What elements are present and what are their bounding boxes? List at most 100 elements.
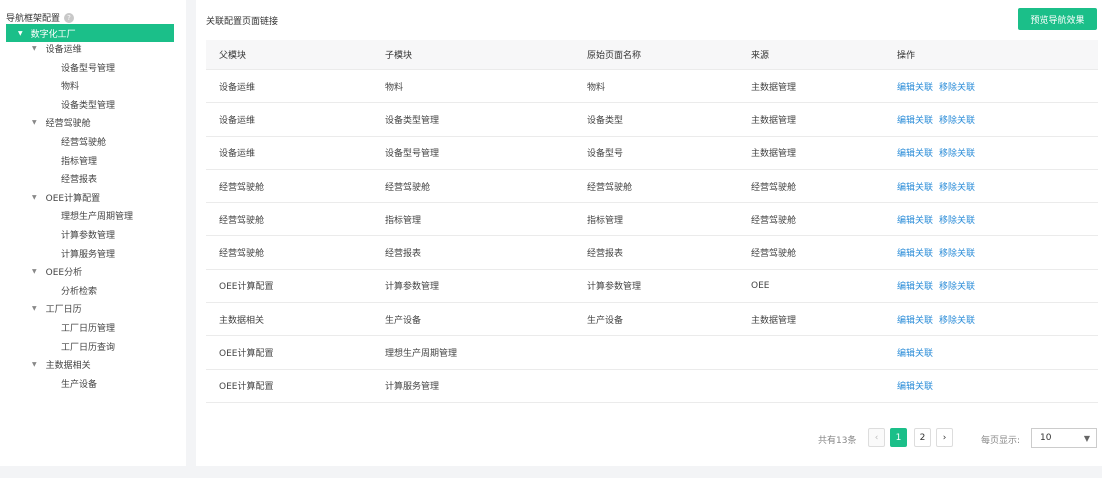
actions-cell: 编辑关联 移除关联 (897, 137, 981, 169)
edit-link[interactable]: 编辑关联 (897, 213, 933, 226)
tree-root-label: 数字化工厂 (30, 29, 76, 40)
tree-group-label: OEE计算配置 (45, 194, 101, 204)
caret-down-icon[interactable]: ▼ (32, 194, 37, 201)
edit-link[interactable]: 编辑关联 (897, 379, 933, 392)
prev-page-button[interactable]: ‹ (868, 428, 885, 447)
remove-link[interactable]: 移除关联 (939, 180, 975, 193)
table-row: OEE计算配置 理想生产周期管理 编辑关联 (206, 336, 1098, 370)
child-module-cell: 设备类型管理 (385, 115, 440, 126)
table-row: OEE计算配置 计算服务管理 编辑关联 (206, 370, 1098, 403)
tree-leaf-item[interactable]: 设备型号管理 (61, 61, 115, 74)
tree-leaf-item[interactable]: 生产设备 (61, 377, 97, 390)
preview-navigation-button[interactable]: 预览导航效果 (1018, 8, 1097, 30)
source-cell: OEE (751, 280, 770, 291)
tree-leaf-item[interactable]: 工厂日历查询 (61, 340, 115, 353)
tree-leaf-item[interactable]: 计算参数管理 (61, 228, 115, 241)
tree-group-item[interactable]: ▼ OEE分析 (32, 265, 82, 278)
caret-down-icon[interactable]: ▼ (32, 45, 37, 52)
edit-link[interactable]: 编辑关联 (897, 146, 933, 159)
page-name-cell: 指标管理 (587, 215, 624, 226)
source-cell: 主数据管理 (751, 149, 797, 160)
sidebar-title-text: 导航框架配置 (6, 14, 61, 24)
tree-leaf-item[interactable]: 分析检索 (61, 284, 97, 297)
tree-group-item[interactable]: ▼ 经营驾驶舱 (32, 116, 91, 129)
page-name-cell: 物料 (587, 82, 606, 93)
tree-group-item[interactable]: ▼ OEE计算配置 (32, 191, 100, 204)
caret-down-icon[interactable]: ▼ (18, 30, 23, 37)
caret-down-icon[interactable]: ▼ (32, 361, 37, 368)
per-page-select[interactable]: 10 ▼ (1031, 428, 1097, 448)
per-page-value: 10 (1040, 433, 1052, 443)
remove-link[interactable]: 移除关联 (939, 146, 975, 159)
table-row: 经营驾驶舱 指标管理 指标管理 经营驾驶舱 编辑关联 移除关联 (206, 203, 1098, 237)
page-1-button[interactable]: 1 (890, 428, 907, 447)
column-header-child: 子模块 (385, 51, 413, 61)
page-title: 关联配置页面链接 (206, 17, 279, 27)
tree-leaf-item[interactable]: 理想生产周期管理 (61, 209, 133, 222)
page-2-button[interactable]: 2 (914, 428, 931, 447)
sidebar: 导航框架配置 ? ▼ 数字化工厂 ▼ 设备运维 设备型号管理 物料 设备类型管理 ▼ 经营驾… (0, 0, 186, 466)
source-cell: 主数据管理 (751, 82, 797, 93)
edit-link[interactable]: 编辑关联 (897, 180, 933, 193)
tree-group-label: 主数据相关 (45, 361, 91, 371)
tree-leaf-item[interactable]: 经营报表 (61, 172, 97, 185)
tree-leaf-item[interactable]: 工厂日历管理 (61, 321, 115, 334)
tree-leaf-item[interactable]: 计算服务管理 (61, 247, 115, 260)
child-module-cell: 指标管理 (385, 215, 422, 226)
source-cell: 经营驾驶舱 (751, 215, 797, 226)
parent-module-cell: 经营驾驶舱 (219, 182, 265, 193)
source-cell: 经营驾驶舱 (751, 249, 797, 260)
next-page-button[interactable]: › (936, 428, 953, 447)
per-page-label: 每页显示: (981, 436, 1021, 446)
child-module-cell: 设备型号管理 (385, 149, 440, 160)
parent-module-cell: 设备运维 (219, 115, 256, 126)
parent-module-cell: 经营驾驶舱 (219, 215, 265, 226)
parent-module-cell: 主数据相关 (219, 315, 265, 326)
edit-link[interactable]: 编辑关联 (897, 346, 933, 359)
tree-group-label: OEE分析 (45, 268, 83, 278)
edit-link[interactable]: 编辑关联 (897, 313, 933, 326)
edit-link[interactable]: 编辑关联 (897, 80, 933, 93)
remove-link[interactable]: 移除关联 (939, 213, 975, 226)
edit-link[interactable]: 编辑关联 (897, 113, 933, 126)
tree-group-item[interactable]: ▼ 工厂日历 (32, 302, 82, 315)
column-header-source: 来源 (751, 51, 770, 61)
remove-link[interactable]: 移除关联 (939, 113, 975, 126)
parent-module-cell: OEE计算配置 (219, 349, 274, 360)
tree-leaf-item[interactable]: 经营驾驶舱 (61, 135, 106, 148)
table-header: 父模块 子模块 原始页面名称 来源 操作 (206, 40, 1098, 70)
tree-leaf-item[interactable]: 设备类型管理 (61, 98, 115, 111)
edit-link[interactable]: 编辑关联 (897, 246, 933, 259)
child-module-cell: 计算服务管理 (385, 382, 440, 393)
actions-cell: 编辑关联 移除关联 (897, 303, 981, 335)
remove-link[interactable]: 移除关联 (939, 279, 975, 292)
child-module-cell: 计算参数管理 (385, 282, 440, 293)
page-name-cell: 设备类型 (587, 115, 624, 126)
actions-cell: 编辑关联 移除关联 (897, 236, 981, 268)
dropdown-arrow-icon: ▼ (1083, 434, 1090, 443)
page-name-cell: 生产设备 (587, 315, 624, 326)
actions-cell: 编辑关联 移除关联 (897, 203, 981, 235)
question-icon[interactable]: ? (64, 12, 75, 23)
tree-group-item[interactable]: ▼ 主数据相关 (32, 358, 91, 371)
edit-link[interactable]: 编辑关联 (897, 279, 933, 292)
source-cell: 主数据管理 (751, 115, 797, 126)
table-row: 设备运维 物料 物料 主数据管理 编辑关联 移除关联 (206, 70, 1098, 104)
remove-link[interactable]: 移除关联 (939, 246, 975, 259)
table-row: 主数据相关 生产设备 生产设备 主数据管理 编辑关联 移除关联 (206, 303, 1098, 337)
column-header-page-name: 原始页面名称 (587, 51, 642, 61)
total-count: 共有13条 (818, 436, 857, 446)
source-cell: 经营驾驶舱 (751, 182, 797, 193)
child-module-cell: 生产设备 (385, 315, 422, 326)
tree-leaf-item[interactable]: 物料 (61, 79, 79, 92)
caret-down-icon[interactable]: ▼ (32, 119, 37, 126)
table-row: 经营驾驶舱 经营报表 经营报表 经营驾驶舱 编辑关联 移除关联 (206, 236, 1098, 270)
remove-link[interactable]: 移除关联 (939, 313, 975, 326)
caret-down-icon[interactable]: ▼ (32, 268, 37, 275)
tree-root-item[interactable]: ▼ 数字化工厂 (6, 24, 174, 42)
tree-leaf-item[interactable]: 指标管理 (61, 154, 97, 167)
tree-group-item[interactable]: ▼ 设备运维 (32, 42, 82, 55)
caret-down-icon[interactable]: ▼ (32, 305, 37, 312)
remove-link[interactable]: 移除关联 (939, 80, 975, 93)
table-row: 经营驾驶舱 经营驾驶舱 经营驾驶舱 经营驾驶舱 编辑关联 移除关联 (206, 170, 1098, 204)
